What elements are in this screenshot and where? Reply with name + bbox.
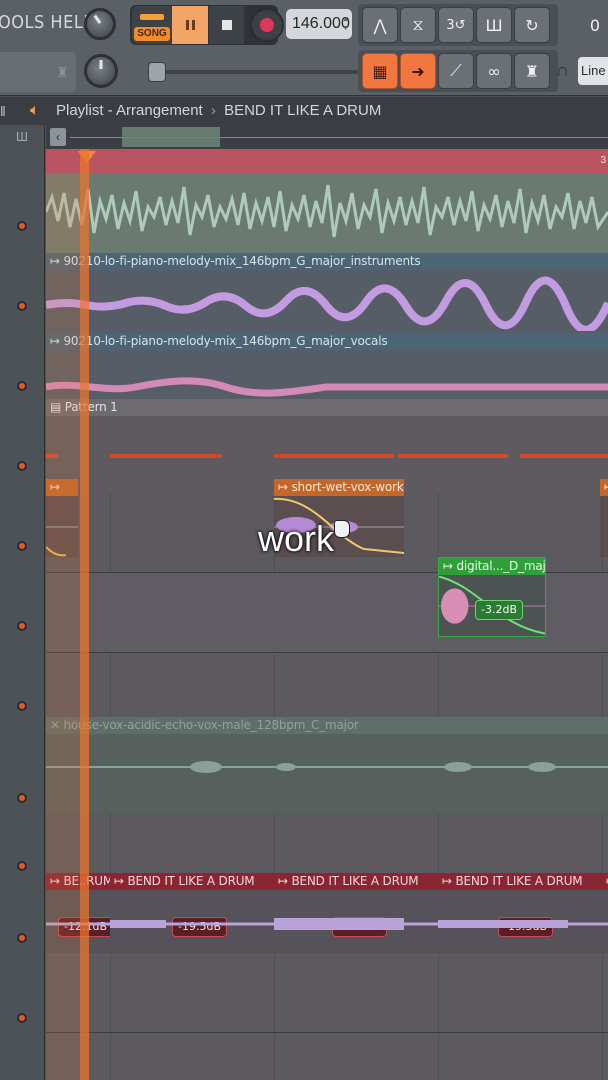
track-mute-dot[interactable] <box>17 701 27 711</box>
pattern-note <box>520 454 608 458</box>
clip-title: ↦ BEND IT LIKE A DRUM <box>274 873 438 890</box>
track-mute-dot[interactable] <box>17 541 27 551</box>
arrangement-name[interactable]: BEND IT LIKE A DRUM <box>224 102 381 119</box>
clip-title-text: BEND IT LIKE A DRUM <box>455 874 583 888</box>
waveform <box>46 918 608 930</box>
clip-title: ↦ 90210-lo-fi-piano-melody-mix_146bpm_G_… <box>46 333 608 350</box>
pause-icon <box>185 20 189 30</box>
clip-title-text: BEND IT LIKE A DRUM <box>127 874 255 888</box>
title-separator: › <box>210 102 216 119</box>
playlist-icon[interactable]: ▦ <box>362 53 398 89</box>
track-1[interactable] <box>17 173 608 253</box>
overlay-caption: work <box>258 518 335 559</box>
record-button[interactable] <box>250 8 284 42</box>
track-mute-dot[interactable] <box>17 301 27 311</box>
audio-clip-edge[interactable]: ↦ <box>600 479 608 557</box>
waveform <box>46 276 608 331</box>
typing-keyboard-icon[interactable]: ⧖ <box>400 7 436 43</box>
clip-title: ↦ short-wet-vox-work <box>274 479 404 496</box>
track-10[interactable]: ↦ BE..RUM -12.1dB ↦ BEND IT LIKE A DRUM … <box>17 873 608 953</box>
menu-bar-text[interactable]: OOLS HELP <box>0 12 94 33</box>
clip-title-text: 90210-lo-fi-piano-melody-mix_146bpm_G_ma… <box>63 254 421 268</box>
waveform <box>46 761 608 773</box>
pitch-slider-track[interactable] <box>148 70 358 74</box>
speaker-icon[interactable]: 🔈︎ <box>30 97 40 125</box>
track-2[interactable]: ↦ 90210-lo-fi-piano-melody-mix_146bpm_G_… <box>17 253 608 333</box>
main-toolbar: OOLS HELP ♜ SONG 146.000 ▲ ▼ ⋀ ⧖ 3↺ Ш ↻ 0… <box>0 0 608 96</box>
track-11[interactable] <box>17 953 608 1033</box>
piano-icon[interactable]: Ш <box>16 129 28 144</box>
audio-clip-instruments[interactable]: ↦ 90210-lo-fi-piano-melody-mix_146bpm_G_… <box>46 253 608 333</box>
scroll-left-icon[interactable]: ‹ <box>50 128 66 146</box>
playlist-title-bar: ǁ 🔈︎ Playlist - Arrangement › BEND IT LI… <box>0 97 608 125</box>
record-icon <box>260 18 274 32</box>
audio-clip[interactable] <box>46 173 608 253</box>
pattern-note <box>274 454 394 458</box>
plugin-picker-icon[interactable]: ⟋ <box>438 53 474 89</box>
clip-title: ↦ BEND IT LIKE A DRUM <box>110 873 274 890</box>
master-volume-knob[interactable] <box>84 8 116 40</box>
clip-title-text: house-vox-acidic-echo-vox-male_128bpm_C_… <box>63 718 359 732</box>
clip-title: ✕ house-vox-acidic-echo-vox-male_128bpm_… <box>46 717 608 734</box>
clip-title-text: 90210-lo-fi-piano-melody-mix_146bpm_G_ma… <box>63 334 388 348</box>
track-mute-dot[interactable] <box>17 381 27 391</box>
magnet-icon[interactable]: ∩ <box>556 60 569 81</box>
track-6[interactable]: ↦ digital..._D_major -3.2dB <box>17 557 608 653</box>
stamp-icon[interactable]: ♜ <box>514 53 550 89</box>
pattern-note <box>398 454 508 458</box>
timeline-ruler[interactable]: 3 <box>46 149 608 173</box>
track-mute-dot[interactable] <box>17 793 27 803</box>
snap-select[interactable]: Line <box>578 57 608 85</box>
tempo-stepper-icon[interactable]: ▲ ▼ <box>342 15 349 33</box>
step-edit-icon[interactable]: 3↺ <box>438 7 474 43</box>
arrow-right-icon[interactable]: ➜ <box>400 53 436 89</box>
track-8[interactable]: ✕ house-vox-acidic-echo-vox-male_128bpm_… <box>17 717 608 813</box>
playhead[interactable] <box>80 149 89 1080</box>
piano-roll-add-icon[interactable]: Ш <box>476 7 512 43</box>
link-icon[interactable]: ∞ <box>476 53 512 89</box>
loop-icon[interactable]: ↻ <box>514 7 550 43</box>
daw-window: OOLS HELP ♜ SONG 146.000 ▲ ▼ ⋀ ⧖ 3↺ Ш ↻ 0… <box>0 0 608 1080</box>
clip-title: ↦ BEND IT LIKE A DRUM <box>438 873 602 890</box>
playhead-region <box>46 173 80 1080</box>
overview-window[interactable] <box>122 127 220 147</box>
waveform <box>46 184 608 238</box>
tempo-display[interactable]: 146.000 ▲ ▼ <box>286 9 352 39</box>
playlist-title: Playlist - Arrangement › BEND IT LIKE A … <box>56 97 381 125</box>
song-mode-label: SONG <box>134 27 170 41</box>
lock-icon: ♜ <box>56 64 69 80</box>
track-mute-dot[interactable] <box>17 1013 27 1023</box>
track-mute-dot[interactable] <box>17 621 27 631</box>
clip-title: ↦ 90210-lo-fi-piano-melody-mix_146bpm_G_… <box>46 253 608 270</box>
clip-title: ↦ digital..._D_major <box>439 558 545 575</box>
pattern-note <box>110 454 222 458</box>
stop-button[interactable] <box>208 6 244 44</box>
hint-panel: ♜ <box>0 52 76 92</box>
cpu-meter-icon: 0 <box>580 7 608 43</box>
clip-title-text: digital..._D_major <box>456 559 545 573</box>
ruler-bar-number: 3 <box>600 155 606 166</box>
track-mute-dot[interactable] <box>17 933 27 943</box>
metronome-icon[interactable]: ⋀ <box>362 7 398 43</box>
window-title-text: Playlist - Arrangement <box>56 102 203 119</box>
audio-clip-house-vox-muted[interactable]: ✕ house-vox-acidic-echo-vox-male_128bpm_… <box>46 717 608 813</box>
audio-clip-digital[interactable]: ↦ digital..._D_major -3.2dB <box>438 557 546 637</box>
master-pitch-knob[interactable] <box>84 54 118 88</box>
track-mute-dot[interactable] <box>17 861 27 871</box>
menu-bars-icon[interactable]: ǁ <box>0 97 6 125</box>
clip-title-text: BEND IT LIKE A DRUM <box>291 874 419 888</box>
stop-icon <box>221 20 232 30</box>
track-mute-dot[interactable] <box>17 221 27 231</box>
clip-title-text: short-wet-vox-work <box>291 480 404 494</box>
song-mode-button[interactable]: SONG <box>132 6 172 44</box>
clip-volume-badge: -3.2dB <box>475 600 523 620</box>
track-mute-dot[interactable] <box>17 461 27 471</box>
clip-title: ▤ Pattern 1 <box>46 399 608 416</box>
playlist-overview[interactable]: ‹ <box>46 125 608 149</box>
playlist-tracks[interactable]: ↦ 90210-lo-fi-piano-melody-mix_146bpm_G_… <box>17 173 608 1080</box>
mouse-cursor-icon <box>334 520 350 538</box>
pause-button[interactable] <box>172 6 208 44</box>
pause-icon-bar <box>191 20 195 30</box>
pitch-slider-handle[interactable] <box>148 62 166 82</box>
